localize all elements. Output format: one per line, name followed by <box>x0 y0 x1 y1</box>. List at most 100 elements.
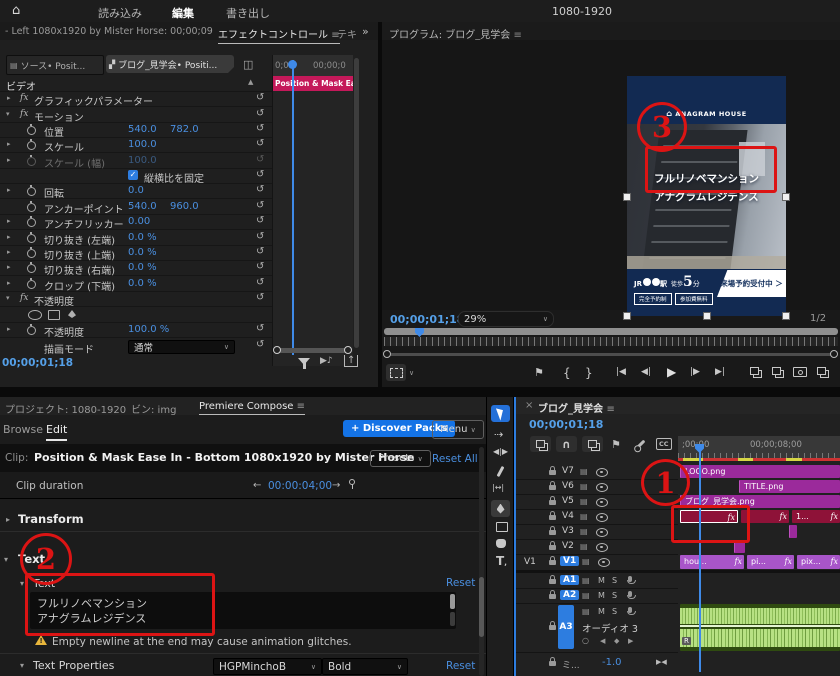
ec-row-opacity-effect[interactable]: ▾ fx 不透明度 ↺ <box>0 291 272 307</box>
track-header-v2[interactable]: V2 ▤ <box>516 539 678 555</box>
reset-all-link[interactable]: Reset All <box>432 453 478 465</box>
step-forward-icon[interactable]: |▶ <box>690 367 700 377</box>
stopwatch-icon[interactable] <box>27 141 36 150</box>
tab-browse[interactable]: Browse <box>3 423 43 436</box>
scrollbar-handle-right[interactable] <box>344 346 352 354</box>
clip-v4-selected[interactable]: fx <box>680 510 738 523</box>
source-track-v1[interactable]: V1 <box>524 557 536 567</box>
param-value[interactable]: 540.0 <box>128 201 157 212</box>
track-name[interactable]: V5 <box>562 496 574 506</box>
expander-icon[interactable]: ▾ <box>20 661 24 670</box>
transform-handle-right[interactable] <box>782 193 790 201</box>
source-patch-icon[interactable]: ▤ <box>580 512 588 521</box>
source-patch-icon[interactable]: ▤ <box>580 482 588 491</box>
transform-section-row[interactable]: ▸ Transform <box>0 509 486 532</box>
audio-track-name[interactable]: オーディオ 3 <box>582 621 638 635</box>
selection-tool[interactable] <box>491 405 510 422</box>
keyframe-type-icon[interactable]: ○ <box>582 636 589 645</box>
mute-button[interactable]: M <box>598 607 605 616</box>
blend-mode-dropdown[interactable]: 通常 ∨ <box>128 340 235 354</box>
text-input-area[interactable]: フルリノベマンション アナグラムレジデンス <box>30 592 456 629</box>
program-zoom-bar[interactable] <box>384 328 838 335</box>
track-header-v3[interactable]: V3 ▤ <box>516 524 678 540</box>
expander-icon[interactable]: ▾ <box>6 110 10 118</box>
track-output-eye-icon[interactable] <box>596 543 608 552</box>
track-header-v5[interactable]: V5 ▤ <box>516 494 678 510</box>
mute-button[interactable]: M <box>598 576 605 585</box>
volume-line[interactable] <box>680 625 840 627</box>
track-header-v4[interactable]: V4 ▤ <box>516 509 678 525</box>
timeline-settings-icon[interactable] <box>636 440 646 450</box>
expander-icon[interactable]: ▾ <box>20 579 24 588</box>
expander-icon[interactable]: ▸ <box>7 140 11 148</box>
add-marker-icon[interactable]: ⚑ <box>534 366 544 379</box>
track-header-a2[interactable]: A2 ▤ M S <box>516 588 678 604</box>
export-icon[interactable]: ↑ <box>344 355 358 367</box>
stopwatch-icon[interactable] <box>27 203 36 212</box>
track-select-tool-icon[interactable]: ⇢ <box>494 428 503 441</box>
reset-icon[interactable]: ↺ <box>256 169 264 180</box>
pin-duration-icon[interactable] <box>349 479 355 485</box>
program-title[interactable]: プログラム: ブログ_見学会 ≡ <box>389 26 522 41</box>
stopwatch-icon[interactable] <box>27 187 36 196</box>
ec-row-video-header[interactable]: ビデオ ▲ <box>0 76 272 92</box>
source-patch-icon[interactable]: ▤ <box>582 557 590 566</box>
expander-icon[interactable]: ▸ <box>7 263 11 271</box>
reset-icon[interactable]: ↺ <box>256 323 264 334</box>
reset-icon[interactable]: ↺ <box>256 246 264 257</box>
clip-title-png[interactable]: TITLE.png <box>739 480 840 493</box>
stopwatch-icon[interactable] <box>27 234 36 243</box>
source-patch-icon[interactable]: ▤ <box>580 467 588 476</box>
close-tab-icon[interactable]: × <box>525 400 533 411</box>
track-name[interactable]: V6 <box>562 481 574 491</box>
track-header-v7[interactable]: V7 ▤ <box>516 464 678 480</box>
reset-icon[interactable]: ↺ <box>256 277 264 288</box>
tab-edit-sub[interactable]: Edit <box>46 423 67 441</box>
scrollbar-handle-left[interactable] <box>273 346 281 354</box>
ec-mini-clip[interactable]: Position & Mask Ea <box>273 76 353 91</box>
track-header-v6[interactable]: V6 ▤ <box>516 479 678 495</box>
uniform-scale-checkbox[interactable]: ✓ <box>128 170 138 180</box>
scrollbar-handle-left[interactable] <box>383 350 391 358</box>
transform-handle-bottom-left[interactable] <box>623 312 631 320</box>
reset-icon[interactable]: ↺ <box>256 261 264 272</box>
track-name[interactable]: V3 <box>562 526 574 536</box>
lift-icon[interactable] <box>750 367 759 375</box>
mark-out-icon[interactable]: } <box>585 366 593 380</box>
param-value[interactable]: 0.0 % <box>128 232 157 243</box>
playback-resolution[interactable]: 1/2 <box>810 313 826 324</box>
expander-icon[interactable]: ▸ <box>7 186 11 194</box>
param-value[interactable]: 0.0 % <box>128 278 157 289</box>
tab-premiere-compose[interactable]: Premiere Compose ≡ <box>199 401 305 415</box>
filter-icon[interactable] <box>298 358 310 365</box>
text-group-row[interactable]: ▾ Text Reset <box>0 575 486 591</box>
snap-button[interactable]: ∩ <box>556 436 577 452</box>
prev-keyframe-icon[interactable]: ◀ <box>600 637 605 645</box>
compose-scrollbar[interactable] <box>479 447 484 676</box>
menu-button[interactable]: Menu ∨ <box>432 420 484 439</box>
ec-row-motion[interactable]: ▾ fx モーション ↺ <box>0 107 272 123</box>
font-family-dropdown[interactable]: HGPMinchoB ∨ <box>213 658 322 675</box>
reset-properties-link[interactable]: Reset <box>446 660 475 672</box>
compose-scrollbar-thumb[interactable] <box>479 577 484 637</box>
expander-icon[interactable]: ▸ <box>7 248 11 256</box>
expander-icon[interactable]: ▾ <box>6 294 10 302</box>
transform-handle-left[interactable] <box>623 193 631 201</box>
source-patch-icon[interactable]: ▤ <box>580 497 588 506</box>
mark-in-icon[interactable]: { <box>563 366 571 380</box>
clip-v1-2[interactable]: pi...fx <box>747 555 794 569</box>
panel-menu-icon[interactable]: ≡ <box>297 401 305 412</box>
master-track-row[interactable]: ミ... -1.0 ▶◀ <box>516 654 678 672</box>
param-value[interactable]: 100.0 % <box>128 324 169 335</box>
source-patch-icon[interactable]: ▤ <box>580 542 588 551</box>
lock-icon[interactable] <box>549 579 556 584</box>
home-icon[interactable]: ⌂ <box>12 3 20 18</box>
voiceover-record-icon[interactable] <box>628 607 632 613</box>
mute-button[interactable]: M <box>598 591 605 600</box>
ellipse-mask-icon[interactable] <box>28 310 42 320</box>
zoom-level-dropdown[interactable]: 29% ∨ <box>458 311 554 327</box>
timeline-playhead-line[interactable] <box>699 449 701 672</box>
ec-zoom-scrollbar[interactable] <box>275 348 351 353</box>
track-output-eye-icon[interactable] <box>596 528 608 537</box>
ec-playhead-marker[interactable] <box>288 60 297 69</box>
